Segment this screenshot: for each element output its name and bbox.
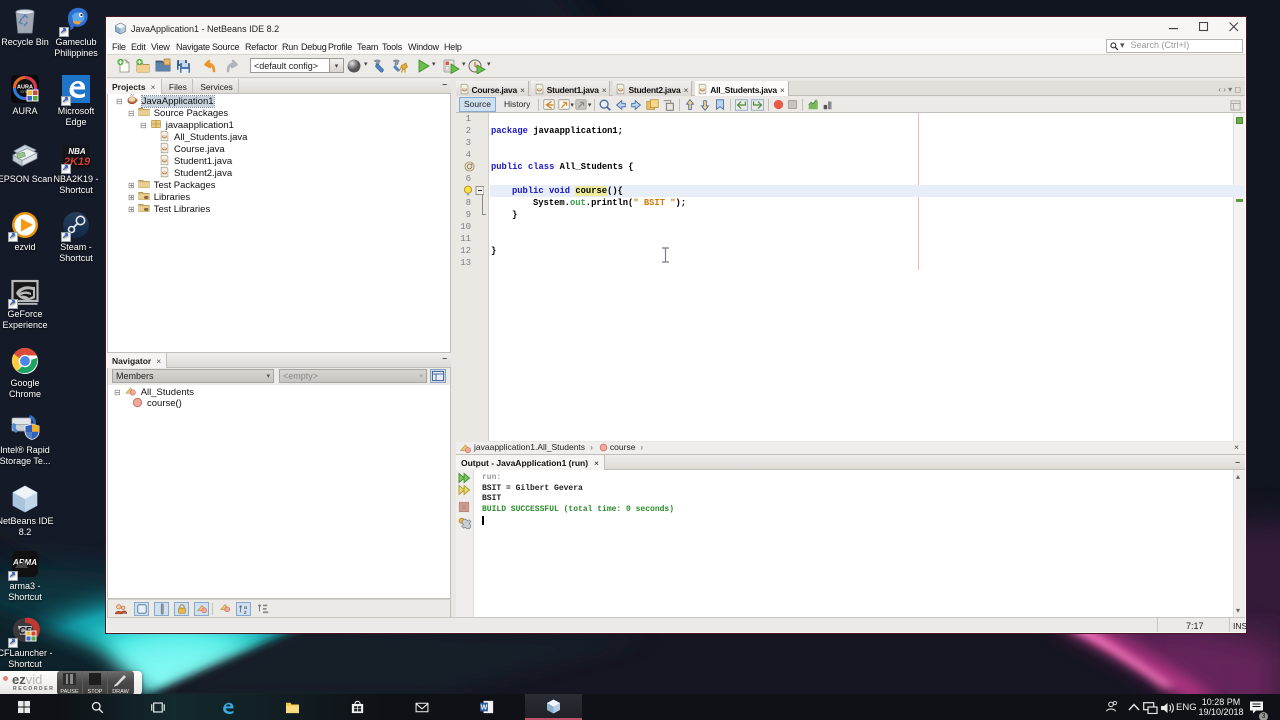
svg-text:z: z bbox=[244, 610, 247, 615]
svg-text:NBA: NBA bbox=[68, 147, 86, 156]
